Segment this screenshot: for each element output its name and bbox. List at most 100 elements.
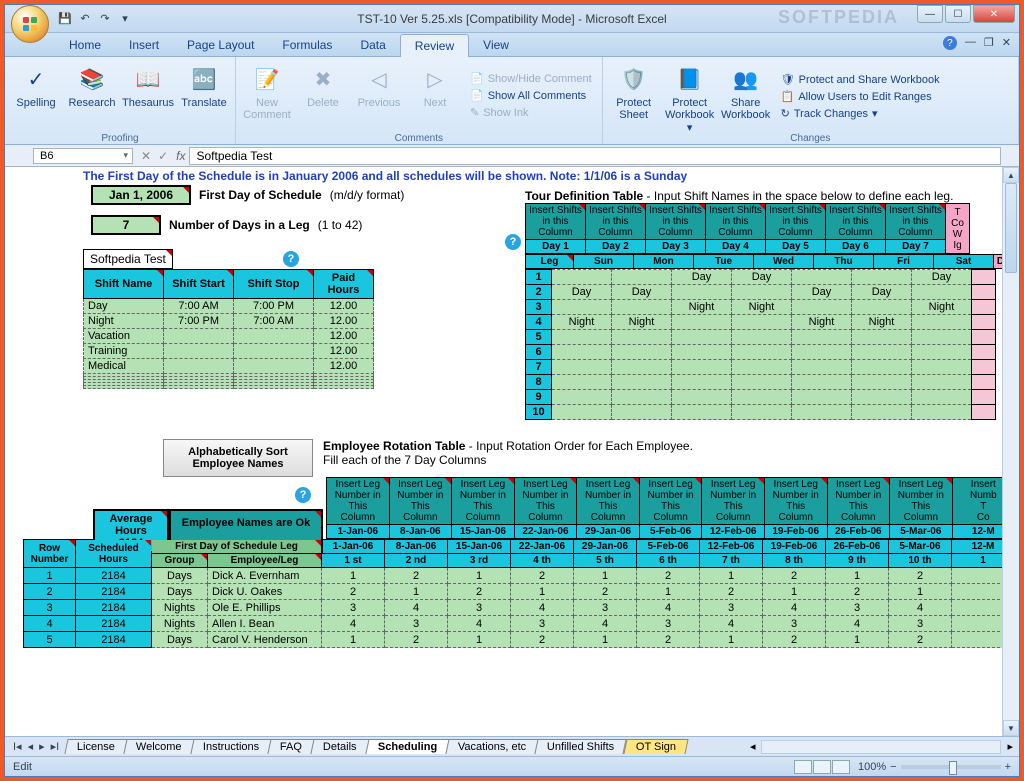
window-title: TST-10 Ver 5.25.xls [Compatibility Mode]… <box>357 12 666 26</box>
new-comment-button[interactable]: 📝New Comment <box>242 59 292 132</box>
tab-review[interactable]: Review <box>400 34 469 57</box>
nav-next-icon[interactable]: ▸ <box>37 740 47 753</box>
minimize-button[interactable]: — <box>917 5 943 23</box>
shift-title[interactable]: Softpedia Test <box>83 249 173 269</box>
sheet-tab[interactable]: Scheduling <box>365 739 449 754</box>
group-label-comments: Comments <box>236 133 602 144</box>
tab-formulas[interactable]: Formulas <box>268 34 346 56</box>
nav-last-icon[interactable]: ▸I <box>49 740 62 753</box>
help-icon[interactable]: ? <box>505 234 521 250</box>
app-window: 💾 ↶ ↷ ▾ TST-10 Ver 5.25.xls [Compatibili… <box>4 4 1020 777</box>
restore-doc-icon[interactable]: ❐ <box>984 36 994 50</box>
quick-access-toolbar: 💾 ↶ ↷ ▾ <box>57 11 133 27</box>
sheet-tabs-bar: I◂ ◂ ▸ ▸I LicenseWelcomeInstructionsFAQD… <box>5 736 1019 756</box>
delete-comment-button: ✖Delete <box>298 59 348 132</box>
save-icon[interactable]: 💾 <box>57 11 73 27</box>
undo-icon[interactable]: ↶ <box>77 11 93 27</box>
employee-main-table[interactable]: Row NumberScheduled HoursFirst Day of Sc… <box>23 539 1015 648</box>
first-day-label: First Day of Schedule <box>199 188 322 202</box>
accept-formula-icon[interactable]: ✓ <box>156 149 170 163</box>
zoom-in-icon[interactable]: + <box>1005 761 1011 773</box>
formula-bar: B6 ✕ ✓ fx Softpedia Test <box>5 145 1019 167</box>
tour-table[interactable]: Insert Shifts in this Column Insert Shif… <box>525 203 970 254</box>
sheet-tab[interactable]: Unfilled Shifts <box>535 739 627 754</box>
translate-button[interactable]: 🔤Translate <box>179 59 229 132</box>
window-controls: — ☐ ✕ <box>915 5 1015 23</box>
scroll-down-icon[interactable]: ▼ <box>1003 720 1019 736</box>
scroll-thumb[interactable] <box>1005 183 1017 273</box>
sheet-tab[interactable]: Welcome <box>124 739 195 754</box>
shift-col-name: Shift Name <box>84 270 164 299</box>
track-changes-button[interactable]: ↻ Track Changes ▾ <box>777 106 944 121</box>
minimize-doc-icon[interactable]: — <box>965 36 976 50</box>
tab-data[interactable]: Data <box>346 34 399 56</box>
hscroll-right-icon[interactable]: ▸ <box>1001 740 1019 753</box>
zoom-out-icon[interactable]: − <box>890 761 896 773</box>
protect-share-button[interactable]: 🛡 Protect and Share Workbook <box>777 72 944 87</box>
ribbon-group-proofing: ✓Spelling 📚Research 📖Thesaurus 🔤Translat… <box>5 57 236 144</box>
first-day-hint: (m/d/y format) <box>330 188 405 202</box>
qa-dropdown-icon[interactable]: ▾ <box>117 11 133 27</box>
help-icon[interactable]: ? <box>295 487 311 503</box>
sheet-tab[interactable]: FAQ <box>267 739 314 754</box>
office-button[interactable] <box>11 5 49 43</box>
sheet-tab[interactable]: Details <box>310 739 369 754</box>
nav-prev-icon[interactable]: ◂ <box>26 740 36 753</box>
cancel-formula-icon[interactable]: ✕ <box>139 149 153 163</box>
shift-table[interactable]: Shift Name Shift Start Shift Stop Paid H… <box>83 269 374 389</box>
formula-input[interactable]: Softpedia Test <box>189 147 1001 165</box>
sheet-tab[interactable]: Vacations, etc <box>445 739 538 754</box>
scroll-up-icon[interactable]: ▲ <box>1003 167 1019 183</box>
thesaurus-button[interactable]: 📖Thesaurus <box>123 59 173 132</box>
next-comment-button[interactable]: ▷Next <box>410 59 460 132</box>
research-button[interactable]: 📚Research <box>67 59 117 132</box>
protect-sheet-button[interactable]: 🛡️Protect Sheet <box>609 59 659 134</box>
view-buttons[interactable] <box>794 760 850 774</box>
show-hide-comment-button: 📄 Show/Hide Comment <box>466 71 596 86</box>
tab-view[interactable]: View <box>469 34 523 56</box>
tour-rows[interactable]: Leg SunMonTueWedThuFriSat Dor <box>525 254 1018 269</box>
hscroll-left-icon[interactable]: ◂ <box>744 740 762 753</box>
previous-comment-button[interactable]: ◁Previous <box>354 59 404 132</box>
ribbon-tabs: Home Insert Page Layout Formulas Data Re… <box>5 33 1019 57</box>
sort-button[interactable]: Alphabetically Sort Employee Names <box>163 439 313 477</box>
tab-insert[interactable]: Insert <box>115 34 173 56</box>
worksheet-area[interactable]: The First Day of the Schedule is in Janu… <box>5 167 1019 736</box>
close-doc-icon[interactable]: ✕ <box>1002 36 1011 50</box>
share-workbook-button[interactable]: 👥Share Workbook <box>721 59 771 134</box>
group-label-proofing: Proofing <box>5 133 235 144</box>
status-bar: Edit 100% − + <box>5 756 1019 776</box>
employee-rotation-table[interactable]: Insert Leg Number in This ColumnInsert L… <box>326 477 1015 539</box>
vertical-scrollbar[interactable]: ▲ ▼ <box>1002 167 1019 736</box>
close-button[interactable]: ✕ <box>973 5 1015 23</box>
num-days-input[interactable]: 7 <box>91 215 161 235</box>
tab-home[interactable]: Home <box>55 34 115 56</box>
help-icon[interactable]: ? <box>283 251 299 267</box>
nav-first-icon[interactable]: I◂ <box>11 740 24 753</box>
zoom-value: 100% <box>858 761 886 773</box>
sheet-tab[interactable]: License <box>65 739 128 754</box>
allow-edit-ranges-button[interactable]: 📋 Allow Users to Edit Ranges <box>777 89 944 104</box>
show-all-comments-button[interactable]: 📄 Show All Comments <box>466 88 596 103</box>
sheet-tab[interactable]: Instructions <box>190 739 271 754</box>
sheet-tab[interactable]: OT Sign <box>623 739 688 754</box>
fx-icon[interactable]: fx <box>176 149 185 163</box>
group-label-changes: Changes <box>603 133 1018 144</box>
shift-col-stop: Shift Stop <box>234 270 314 299</box>
schedule-note: The First Day of the Schedule is in Janu… <box>83 169 1015 183</box>
maximize-button[interactable]: ☐ <box>945 5 971 23</box>
zoom-slider[interactable] <box>901 765 1001 769</box>
protect-workbook-button[interactable]: 📘Protect Workbook▾ <box>665 59 715 134</box>
shift-col-start: Shift Start <box>164 270 234 299</box>
name-box[interactable]: B6 <box>33 148 133 164</box>
ribbon: ✓Spelling 📚Research 📖Thesaurus 🔤Translat… <box>5 57 1019 145</box>
tab-page-layout[interactable]: Page Layout <box>173 34 268 56</box>
tour-body[interactable]: 1DayDayDay2DayDayDayDay3NightNightNight4… <box>525 269 996 420</box>
first-day-input[interactable]: Jan 1, 2006 <box>91 185 191 205</box>
redo-icon[interactable]: ↷ <box>97 11 113 27</box>
rotation-fill-note: Fill each of the 7 Day Columns <box>323 453 693 467</box>
help-icon[interactable]: ? <box>943 36 957 50</box>
zoom-control[interactable]: 100% − + <box>858 761 1011 773</box>
tour-title: Tour Definition Table - Input Shift Name… <box>525 189 953 203</box>
spelling-button[interactable]: ✓Spelling <box>11 59 61 132</box>
